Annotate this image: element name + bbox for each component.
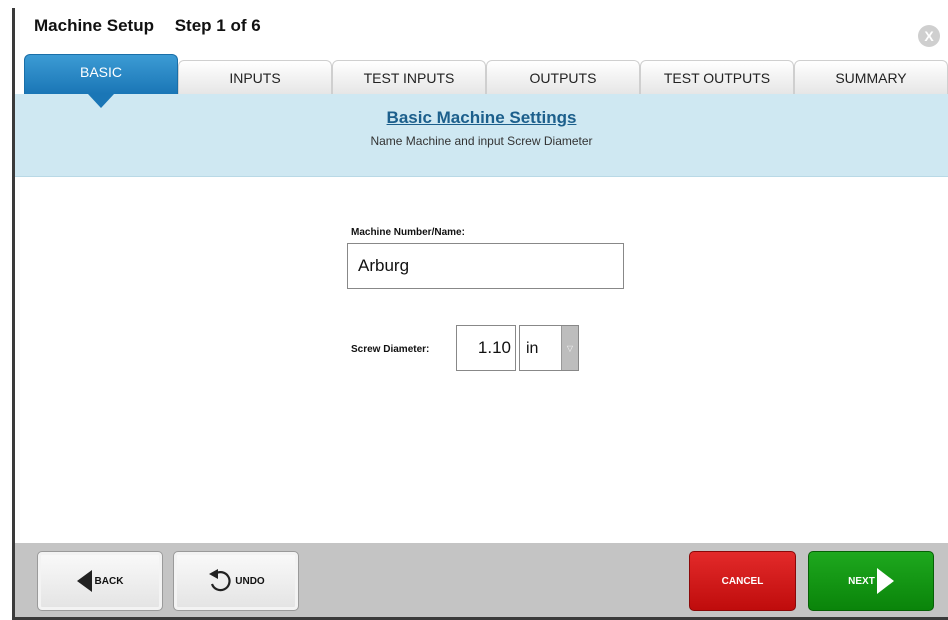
cancel-button-label: CANCEL <box>721 575 764 587</box>
undo-button[interactable]: UNDO <box>173 551 299 611</box>
next-button[interactable]: NEXT <box>808 551 934 611</box>
back-button[interactable]: BACK <box>37 551 163 611</box>
unit-value: in <box>526 340 539 357</box>
tab-outputs[interactable]: OUTPUTS <box>486 60 640 94</box>
dropdown-arrow-icon[interactable]: ▽ <box>561 326 578 370</box>
tab-inputs[interactable]: INPUTS <box>178 60 332 94</box>
machine-name-label: Machine Number/Name: <box>351 227 465 238</box>
machine-name-field[interactable] <box>347 243 624 289</box>
tab-label: TEST INPUTS <box>363 69 455 86</box>
tab-test-inputs[interactable]: TEST INPUTS <box>332 60 486 94</box>
cancel-button[interactable]: CANCEL <box>689 551 796 611</box>
next-arrow-icon <box>876 568 894 594</box>
tab-summary[interactable]: SUMMARY <box>794 60 948 94</box>
back-arrow-icon <box>76 570 92 592</box>
active-tab-pointer <box>88 94 114 108</box>
close-icon[interactable]: X <box>918 25 940 47</box>
tab-basic[interactable]: BASIC <box>24 54 178 94</box>
tab-label: SUMMARY <box>835 69 907 86</box>
tab-label: INPUTS <box>229 69 281 86</box>
section-banner: Basic Machine Settings Name Machine and … <box>15 94 948 177</box>
banner-title: Basic Machine Settings <box>386 108 577 127</box>
tab-test-outputs[interactable]: TEST OUTPUTS <box>640 60 794 94</box>
step-indicator: Step 1 of 6 <box>174 16 261 35</box>
banner-subtitle: Name Machine and input Screw Diameter <box>370 134 593 148</box>
footer-toolbar: BACK UNDO CANCEL NEXT <box>15 543 948 617</box>
back-button-label: BACK <box>94 575 124 587</box>
window-header: Machine Setup Step 1 of 6 <box>34 16 261 36</box>
wizard-tabs: BASIC INPUTS TEST INPUTS OUTPUTS TEST OU… <box>24 54 948 94</box>
unit-select[interactable]: in ▽ <box>519 325 579 371</box>
tab-label: BASIC <box>79 64 122 80</box>
screw-diameter-field[interactable] <box>456 325 516 371</box>
tab-label: OUTPUTS <box>529 69 597 86</box>
next-button-label: NEXT <box>848 575 875 587</box>
window-title: Machine Setup <box>34 16 154 35</box>
undo-icon <box>209 569 231 592</box>
screw-diameter-label: Screw Diameter: <box>351 344 430 355</box>
tab-label: TEST OUTPUTS <box>663 69 771 86</box>
undo-button-label: UNDO <box>235 575 265 587</box>
